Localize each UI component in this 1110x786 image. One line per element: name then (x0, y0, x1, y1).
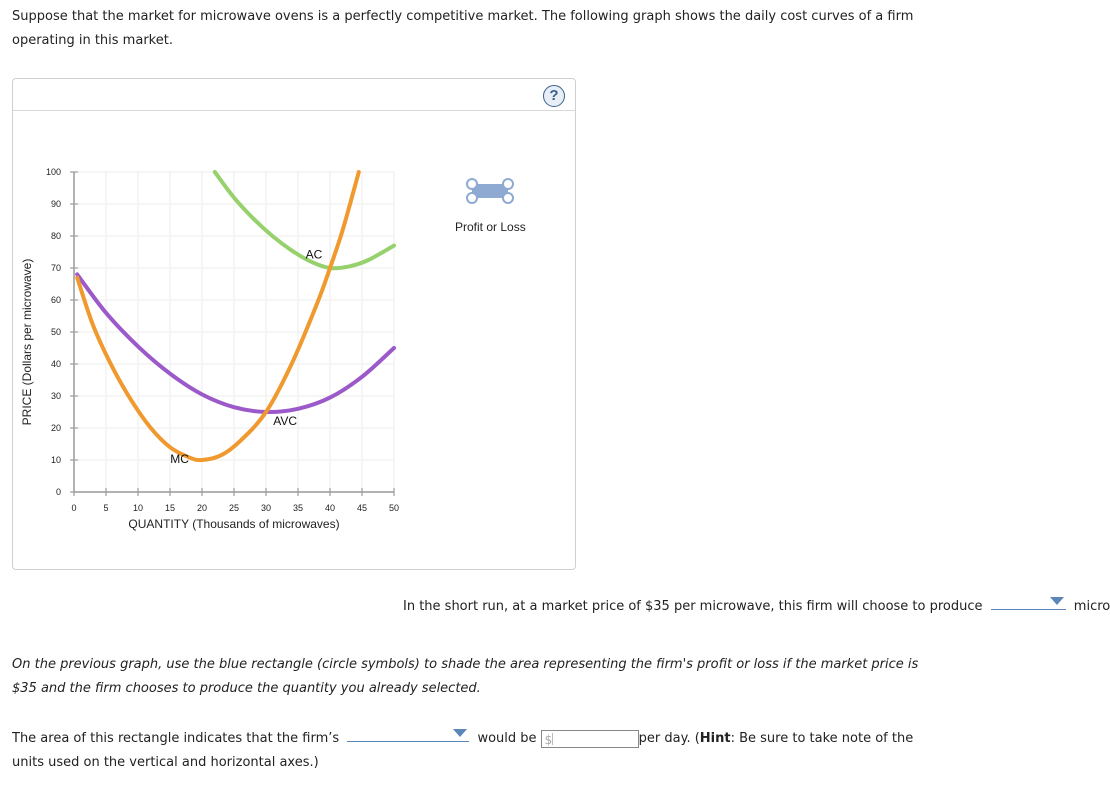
chevron-down-icon (453, 729, 468, 737)
question-3: The area of this rectangle indicates tha… (12, 725, 942, 775)
profit-loss-dropdown[interactable] (347, 725, 470, 742)
y-tick-label: 90 (51, 199, 61, 209)
dollar-prefix: $ (544, 732, 553, 747)
label-ac: AC (306, 247, 323, 261)
graph-panel: ? 0 5 10 15 20 25 30 35 40 45 50 0 10 20 30 40 50 60 70 80 9… (12, 78, 576, 570)
x-tick-label: 45 (357, 503, 367, 513)
x-tick-label: 10 (133, 503, 143, 513)
y-tick-label: 70 (51, 263, 61, 273)
quantity-dropdown[interactable] (990, 593, 1066, 610)
q3-text-before: The area of this rectangle indicates tha… (12, 731, 340, 746)
y-tick-label: 60 (51, 295, 61, 305)
y-tick-label: 10 (51, 455, 61, 465)
x-tick-label: 40 (325, 503, 335, 513)
x-tick-label: 5 (103, 503, 108, 513)
y-tick-label: 100 (46, 167, 61, 177)
x-tick-label: 30 (261, 503, 271, 513)
x-tick-label: 20 (197, 503, 207, 513)
y-tick-label: 50 (51, 327, 61, 337)
profit-or-loss-label: Profit or Loss (455, 220, 526, 234)
label-mc: MC (170, 452, 189, 466)
question-1: In the short run, at a market price of $… (403, 593, 1110, 619)
x-tick-label: 15 (165, 503, 175, 513)
cost-curves-chart[interactable]: 0 5 10 15 20 25 30 35 40 45 50 0 10 20 30 40 50 60 70 80 90 1… (13, 79, 575, 569)
curve-mc (75, 170, 361, 463)
x-tick-label: 50 (389, 503, 399, 513)
y-tick-label: 80 (51, 231, 61, 241)
y-tick-label: 30 (51, 391, 61, 401)
x-tick-label: 25 (229, 503, 239, 513)
y-axis-label: PRICE (Dollars per microwave) (20, 259, 34, 426)
question-2-instructions: On the previous graph, use the blue rect… (12, 657, 919, 696)
curve-ac (212, 170, 396, 271)
q3-text-after-1: per day. ( (638, 731, 700, 746)
hint-label: Hint (699, 731, 731, 746)
q1-text-before: In the short run, at a market price of $… (403, 599, 983, 614)
label-avc: AVC (273, 414, 297, 428)
x-tick-label: 35 (293, 503, 303, 513)
y-tick-label: 40 (51, 359, 61, 369)
y-tick-label: 0 (56, 487, 61, 497)
x-axis-label: QUANTITY (Thousands of microwaves) (128, 517, 339, 531)
x-tick-label: 0 (71, 503, 76, 513)
rectangle-with-circle-handles-icon[interactable] (466, 178, 514, 204)
amount-input[interactable]: $ (540, 729, 639, 748)
y-tick-label: 20 (51, 423, 61, 433)
q3-text-middle: would be (477, 731, 537, 746)
q1-text-after: microwaves per day. (1073, 599, 1110, 614)
chevron-down-icon (1049, 597, 1064, 605)
curves (75, 170, 396, 463)
intro-text: Suppose that the market for microwave ov… (12, 9, 914, 48)
